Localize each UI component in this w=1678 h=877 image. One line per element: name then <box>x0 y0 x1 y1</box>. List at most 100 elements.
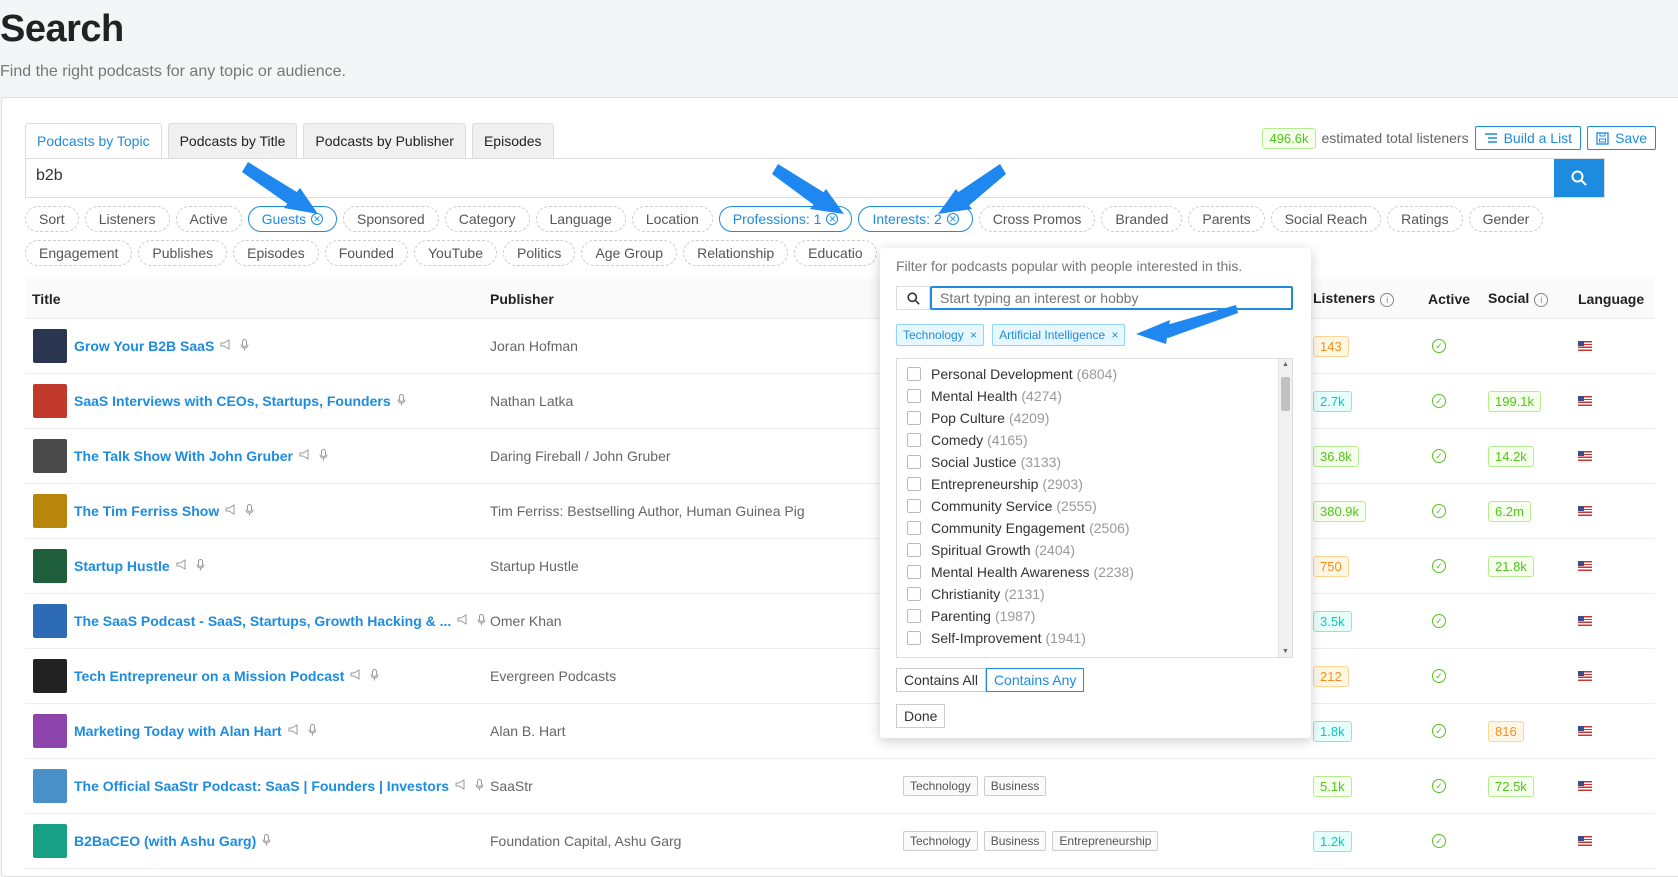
done-button[interactable]: Done <box>896 704 946 728</box>
podcast-title-link[interactable]: The SaaS Podcast - SaaS, Startups, Growt… <box>74 613 451 629</box>
podcast-title-link[interactable]: The Talk Show With John Gruber <box>74 448 293 464</box>
podcast-title-link[interactable]: The Tim Ferriss Show <box>74 503 219 519</box>
table-row[interactable]: B2BaCEO (with Ashu Garg) Foundation Capit… <box>25 814 1655 869</box>
interest-option[interactable]: Parenting (1987) <box>897 605 1292 627</box>
contains-any-button[interactable]: Contains Any <box>985 668 1085 692</box>
filter-chip-cross-promos[interactable]: Cross Promos <box>978 206 1096 232</box>
interest-option[interactable]: Comedy (4165) <box>897 429 1292 451</box>
table-row[interactable]: The SaaS Podcast - SaaS, Startups, Growt… <box>25 594 1655 649</box>
checkbox[interactable] <box>907 521 921 535</box>
checkbox[interactable] <box>907 565 921 579</box>
scrollbar[interactable]: ▲ ▼ <box>1278 359 1292 657</box>
filter-chip-relationship[interactable]: Relationship <box>683 240 789 266</box>
filter-chip-sort[interactable]: Sort <box>25 206 79 232</box>
table-row[interactable]: Grow Your B2B SaaS Joran Hofman 143 ✓ <box>25 319 1655 374</box>
checkbox[interactable] <box>907 609 921 623</box>
podcast-artwork[interactable] <box>33 439 67 473</box>
checkbox[interactable] <box>907 411 921 425</box>
clear-filter-icon[interactable]: ✕ <box>826 213 839 225</box>
col-listeners[interactable]: Listeners i <box>1313 290 1428 307</box>
contains-all-button[interactable]: Contains All <box>896 668 986 692</box>
interest-option[interactable]: Community Service (2555) <box>897 495 1292 517</box>
interest-option[interactable]: Community Engagement (2506) <box>897 517 1292 539</box>
filter-chip-social-reach[interactable]: Social Reach <box>1270 206 1382 232</box>
filter-chip-episodes[interactable]: Episodes <box>233 240 319 266</box>
podcast-artwork[interactable] <box>33 604 67 638</box>
table-row[interactable]: Marketing Today with Alan Hart Alan B. Ha… <box>25 704 1655 759</box>
search-button[interactable] <box>1554 159 1604 197</box>
remove-tag-icon[interactable]: × <box>967 328 977 342</box>
col-active[interactable]: Active <box>1428 291 1488 307</box>
checkbox[interactable] <box>907 389 921 403</box>
podcast-title-link[interactable]: Startup Hustle <box>74 558 170 574</box>
info-icon[interactable]: i <box>1534 293 1549 307</box>
interest-option[interactable]: Mental Health (4274) <box>897 385 1292 407</box>
table-row[interactable]: The Tim Ferriss Show Tim Ferriss: Bestsel… <box>25 484 1655 539</box>
podcast-artwork[interactable] <box>33 549 67 583</box>
checkbox[interactable] <box>907 367 921 381</box>
build-list-button[interactable]: Build a List <box>1474 126 1582 150</box>
remove-tag-icon[interactable]: × <box>1108 328 1118 342</box>
checkbox[interactable] <box>907 631 921 645</box>
tab-episodes[interactable]: Episodes <box>471 123 554 158</box>
clear-filter-icon[interactable]: ✕ <box>946 213 959 225</box>
info-icon[interactable]: i <box>1380 293 1395 307</box>
filter-chip-guests[interactable]: Guests ✕ <box>247 206 337 232</box>
podcast-artwork[interactable] <box>33 824 67 858</box>
filter-chip-professions-1[interactable]: Professions: 1 ✕ <box>718 206 853 232</box>
filter-chip-ratings[interactable]: Ratings <box>1387 206 1463 232</box>
search-input[interactable]: b2b <box>26 159 1554 197</box>
filter-chip-politics[interactable]: Politics <box>503 240 576 266</box>
interest-option[interactable]: Spiritual Growth (2404) <box>897 539 1292 561</box>
filter-chip-location[interactable]: Location <box>631 206 713 232</box>
interest-option[interactable]: Personal Development (6804) <box>897 363 1292 385</box>
tab-podcasts-by-topic[interactable]: Podcasts by Topic <box>25 123 162 158</box>
podcast-title-link[interactable]: Grow Your B2B SaaS <box>74 338 214 354</box>
podcast-artwork[interactable] <box>33 769 67 803</box>
filter-chip-branded[interactable]: Branded <box>1101 206 1183 232</box>
filter-chip-language[interactable]: Language <box>535 206 626 232</box>
table-row[interactable]: The Official SaaStr Podcast: SaaS | Foun… <box>25 759 1655 814</box>
interest-option[interactable]: Social Justice (3133) <box>897 451 1292 473</box>
filter-chip-founded[interactable]: Founded <box>324 240 408 266</box>
checkbox[interactable] <box>907 455 921 469</box>
tab-podcasts-by-title[interactable]: Podcasts by Title <box>167 123 298 158</box>
podcast-title-link[interactable]: Tech Entrepreneur on a Mission Podcast <box>74 668 344 684</box>
col-social[interactable]: Social i <box>1488 290 1578 307</box>
podcast-title-link[interactable]: SaaS Interviews with CEOs, Startups, Fou… <box>74 393 391 409</box>
podcast-artwork[interactable] <box>33 329 67 363</box>
col-title[interactable]: Title <box>25 291 490 307</box>
checkbox[interactable] <box>907 499 921 513</box>
filter-chip-active[interactable]: Active <box>175 206 242 232</box>
filter-chip-parents[interactable]: Parents <box>1188 206 1265 232</box>
checkbox[interactable] <box>907 587 921 601</box>
interest-option[interactable]: Entrepreneurship (2903) <box>897 473 1292 495</box>
filter-chip-educatio[interactable]: Educatio <box>794 240 877 266</box>
tab-podcasts-by-publisher[interactable]: Podcasts by Publisher <box>303 123 466 158</box>
filter-chip-interests-2[interactable]: Interests: 2 ✕ <box>858 206 973 232</box>
filter-chip-gender[interactable]: Gender <box>1468 206 1544 232</box>
table-row[interactable]: Tech Entrepreneur on a Mission Podcast Ev… <box>25 649 1655 704</box>
interest-search-input[interactable] <box>930 286 1293 310</box>
podcast-artwork[interactable] <box>33 659 67 693</box>
table-row[interactable]: SaaS Interviews with CEOs, Startups, Fou… <box>25 374 1655 429</box>
clear-filter-icon[interactable]: ✕ <box>310 213 323 225</box>
col-language[interactable]: Language <box>1578 291 1648 307</box>
checkbox[interactable] <box>907 433 921 447</box>
podcast-artwork[interactable] <box>33 494 67 528</box>
filter-chip-listeners[interactable]: Listeners <box>84 206 170 232</box>
podcast-artwork[interactable] <box>33 714 67 748</box>
checkbox[interactable] <box>907 477 921 491</box>
interest-option[interactable]: Pop Culture (4209) <box>897 407 1292 429</box>
filter-chip-sponsored[interactable]: Sponsored <box>342 206 439 232</box>
table-row[interactable]: Startup Hustle Startup Hustle 750 ✓ 21.8k <box>25 539 1655 594</box>
filter-chip-publishes[interactable]: Publishes <box>138 240 228 266</box>
podcast-artwork[interactable] <box>33 384 67 418</box>
podcast-title-link[interactable]: Marketing Today with Alan Hart <box>74 723 282 739</box>
col-publisher[interactable]: Publisher <box>490 291 903 307</box>
podcast-title-link[interactable]: B2BaCEO (with Ashu Garg) <box>74 833 256 849</box>
filter-chip-engagement[interactable]: Engagement <box>25 240 133 266</box>
interest-option[interactable]: Self-Improvement (1941) <box>897 627 1292 649</box>
interest-option[interactable]: Mental Health Awareness (2238) <box>897 561 1292 583</box>
filter-chip-youtube[interactable]: YouTube <box>413 240 497 266</box>
